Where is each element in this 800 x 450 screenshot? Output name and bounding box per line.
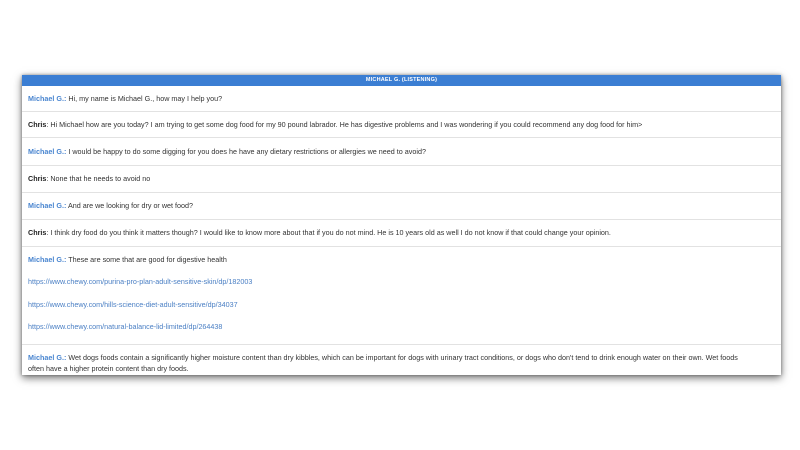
- message-sender-agent: Michael G.:: [28, 352, 67, 362]
- message-sender-customer: Chris: [28, 228, 47, 237]
- chat-window: MICHAEL G. (LISTENING) Michael G.: Hi, m…: [22, 75, 781, 375]
- chat-header-title: MICHAEL G. (LISTENING): [22, 75, 781, 86]
- chat-message: Michael G.: I would be happy to do some …: [22, 138, 781, 166]
- message-line: https://www.chewy.com/purina-pro-plan-ad…: [28, 276, 775, 298]
- message-text: often have a higher protein content than…: [28, 364, 189, 374]
- chat-message: Chris: Hi Michael how are you today? I a…: [22, 112, 781, 138]
- chat-message: Michael G.: And are we looking for dry o…: [22, 193, 781, 220]
- product-link[interactable]: https://www.chewy.com/purina-pro-plan-ad…: [28, 276, 252, 288]
- message-sender-agent: Michael G.:: [28, 201, 67, 210]
- message-sender-agent: Michael G.:: [28, 146, 67, 156]
- chat-message: Michael G.: Hi, my name is Michael G., h…: [22, 86, 781, 112]
- product-link[interactable]: https://www.chewy.com/natural-balance-li…: [28, 321, 222, 333]
- message-line: https://www.chewy.com/hills-science-diet…: [28, 299, 775, 321]
- message-text: Wet dogs foods contain a significantly h…: [66, 352, 738, 362]
- product-link[interactable]: https://www.chewy.com/hills-science-diet…: [28, 299, 238, 311]
- message-line: Michael G.: These are some that are good…: [28, 254, 775, 276]
- message-text: : None that he needs to avoid no: [46, 174, 151, 183]
- message-text: : Hi Michael how are you today? I am try…: [46, 119, 643, 129]
- chat-message-with-links: Michael G.: These are some that are good…: [22, 247, 781, 345]
- message-text: : I think dry food do you think it matte…: [46, 228, 611, 237]
- message-text: And are we looking for dry or wet food?: [66, 201, 193, 210]
- message-sender-agent: Michael G.:: [28, 255, 67, 264]
- chat-message: Michael G.: Wet dogs foods contain a sig…: [22, 345, 781, 375]
- message-text: Hi, my name is Michael G., how may I hel…: [66, 93, 223, 103]
- message-sender-customer: Chris: [28, 174, 47, 183]
- chat-message: Chris: None that he needs to avoid no: [22, 166, 781, 193]
- message-line: https://www.chewy.com/natural-balance-li…: [28, 321, 775, 341]
- message-sender-customer: Chris: [28, 119, 47, 129]
- chat-message: Chris: I think dry food do you think it …: [22, 220, 781, 247]
- message-sender-agent: Michael G.:: [28, 93, 67, 103]
- message-text: These are some that are good for digesti…: [66, 255, 227, 264]
- message-text: I would be happy to do some digging for …: [66, 146, 426, 156]
